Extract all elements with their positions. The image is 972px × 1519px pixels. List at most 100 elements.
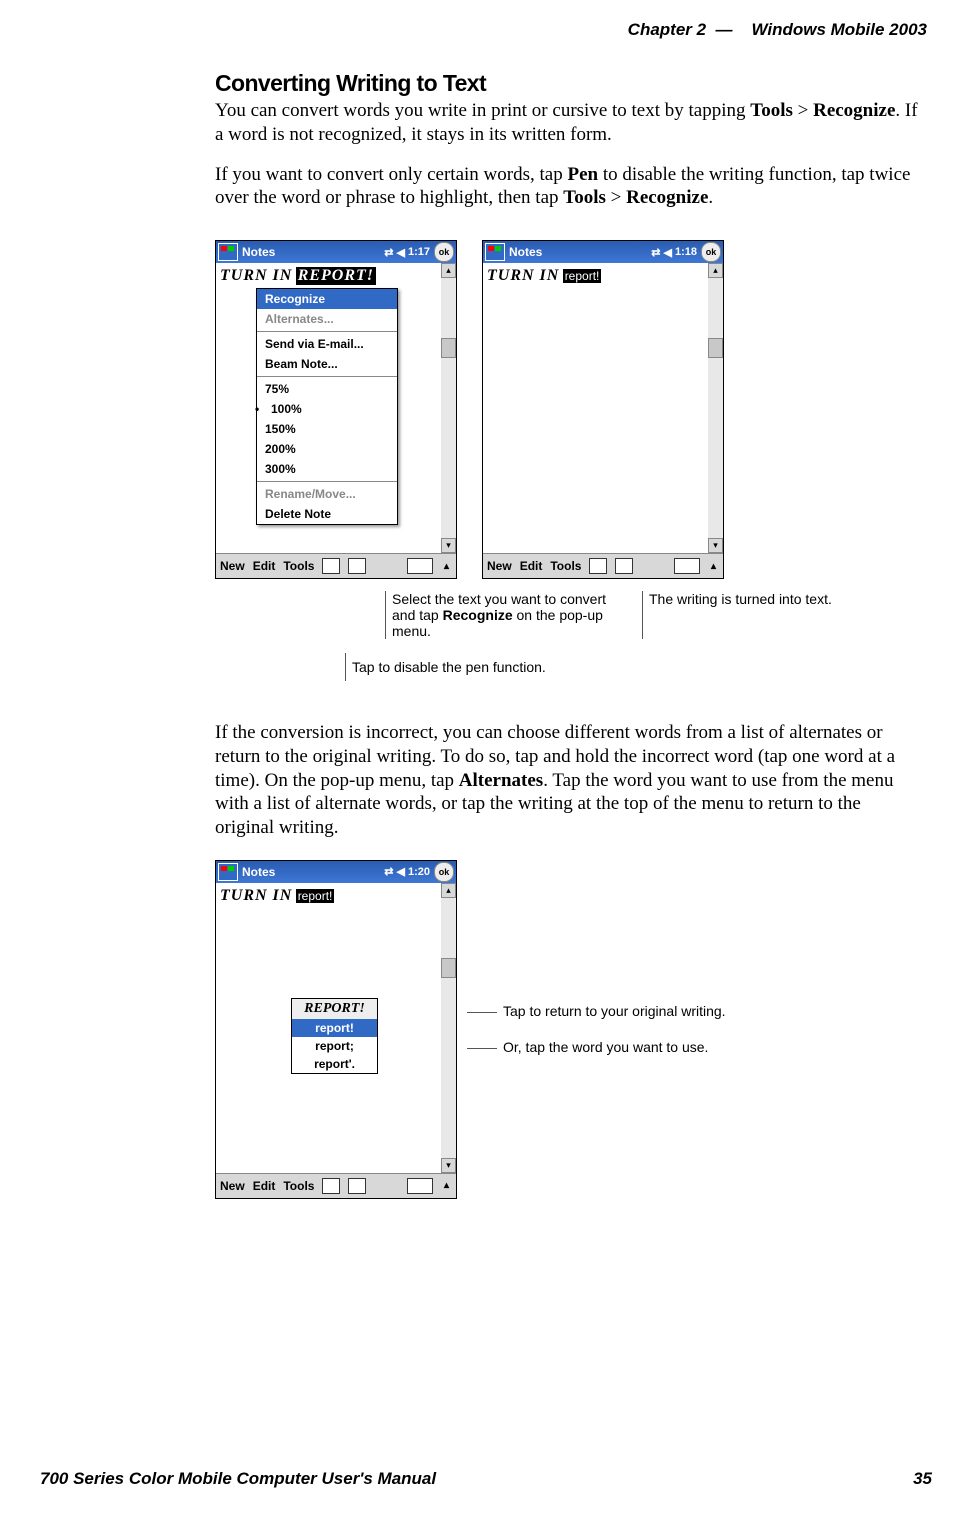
product-name: Windows Mobile 2003 (751, 20, 927, 39)
pda-command-bar: New Edit Tools ▴ (483, 553, 723, 578)
scroll-thumb[interactable] (441, 958, 456, 978)
menu-new[interactable]: New (487, 559, 512, 573)
pda-command-bar: New Edit Tools ▴ (216, 1173, 456, 1198)
scroll-down-button[interactable]: ▾ (708, 538, 723, 553)
menu-item-delete[interactable]: Delete Note (257, 504, 397, 524)
menu-new[interactable]: New (220, 1179, 245, 1193)
callout-recognize: Select the text you want to convert and … (385, 591, 612, 639)
dash: — (716, 20, 733, 39)
section-title: Converting Writing to Text (215, 70, 922, 97)
volume-icon[interactable]: ◀ (397, 246, 405, 259)
scrollbar[interactable]: ▴ ▾ (441, 883, 456, 1173)
menu-item-zoom-100[interactable]: 100% (257, 399, 397, 419)
menu-new[interactable]: New (220, 559, 245, 573)
alt-option-1[interactable]: report! (292, 1019, 377, 1037)
callout-tap-word: Or, tap the word you want to use. (467, 1039, 726, 1055)
alt-original-writing[interactable]: REPORT! (292, 999, 377, 1019)
volume-icon[interactable]: ◀ (397, 865, 405, 878)
menu-edit[interactable]: Edit (520, 559, 543, 573)
menu-item-recognize[interactable]: Recognize (257, 289, 397, 309)
menu-tools[interactable]: Tools (550, 559, 581, 573)
menu-item-zoom-75[interactable]: 75% (257, 379, 397, 399)
callout-row-1: Select the text you want to convert and … (385, 585, 922, 639)
system-tray: ⇄ ◀ 1:17 (384, 246, 430, 259)
callout-converted: The writing is turned into text. (642, 591, 832, 639)
converted-text: report! (563, 269, 602, 283)
voice-icon[interactable] (322, 558, 340, 574)
ok-button[interactable]: ok (434, 242, 454, 262)
keyboard-icon[interactable] (407, 1178, 433, 1194)
note-canvas[interactable]: TURN IN report! REPORT! report! report; … (216, 883, 441, 1173)
scroll-down-button[interactable]: ▾ (441, 538, 456, 553)
scrollbar[interactable]: ▴ ▾ (708, 263, 723, 553)
scroll-up-button[interactable]: ▴ (441, 263, 456, 278)
note-canvas[interactable]: TURN IN REPORT! Recognize Alternates... … (216, 263, 441, 553)
sip-up-button[interactable]: ▴ (441, 1180, 452, 1191)
connectivity-icon[interactable]: ⇄ (384, 246, 393, 259)
scroll-thumb[interactable] (441, 338, 456, 358)
scrollbar[interactable]: ▴ ▾ (441, 263, 456, 553)
sip-up-button[interactable]: ▴ (441, 561, 452, 572)
paragraph-2: If you want to convert only certain word… (215, 163, 922, 211)
callout-disable-pen: Tap to disable the pen function. (345, 653, 752, 681)
pda-title-bar: Notes ⇄ ◀ 1:17 ok (216, 241, 456, 263)
pda-command-bar: New Edit Tools ▴ (216, 553, 456, 578)
handwriting-text: TURN IN (220, 267, 292, 284)
handwriting-selected: REPORT! (296, 267, 376, 285)
menu-tools[interactable]: Tools (283, 1179, 314, 1193)
ok-button[interactable]: ok (434, 862, 454, 882)
system-tray: ⇄ ◀ 1:20 (384, 865, 430, 878)
alt-option-3[interactable]: report'. (292, 1055, 377, 1073)
menu-item-rename[interactable]: Rename/Move... (257, 484, 397, 504)
menu-edit[interactable]: Edit (253, 559, 276, 573)
app-title: Notes (242, 865, 380, 879)
volume-icon[interactable]: ◀ (664, 246, 672, 259)
page-header: Chapter 2 — Windows Mobile 2003 (40, 20, 932, 40)
paragraph-3: If the conversion is incorrect, you can … (215, 721, 922, 840)
screenshot-notes-alternates: Notes ⇄ ◀ 1:20 ok TURN IN report! (215, 860, 457, 1199)
scroll-thumb[interactable] (708, 338, 723, 358)
note-canvas[interactable]: TURN IN report! (483, 263, 708, 553)
sip-up-button[interactable]: ▴ (708, 561, 719, 572)
menu-item-send-email[interactable]: Send via E-mail... (257, 334, 397, 354)
start-flag-icon[interactable] (218, 243, 238, 261)
connectivity-icon[interactable]: ⇄ (651, 246, 660, 259)
scroll-up-button[interactable]: ▴ (708, 263, 723, 278)
handwriting-text: TURN IN (220, 887, 292, 904)
pda-title-bar: Notes ⇄ ◀ 1:20 ok (216, 861, 456, 883)
screenshot-notes-menu: Notes ⇄ ◀ 1:17 ok TURN IN REPORT! (215, 240, 457, 579)
menu-tools[interactable]: Tools (283, 559, 314, 573)
keyboard-icon[interactable] (407, 558, 433, 574)
app-title: Notes (242, 245, 380, 259)
menu-item-alternates[interactable]: Alternates... (257, 309, 397, 329)
paragraph-1: You can convert words you write in print… (215, 99, 922, 147)
menu-item-zoom-150[interactable]: 150% (257, 419, 397, 439)
pen-icon[interactable] (348, 1178, 366, 1194)
keyboard-icon[interactable] (674, 558, 700, 574)
start-flag-icon[interactable] (218, 863, 238, 881)
scroll-down-button[interactable]: ▾ (441, 1158, 456, 1173)
pen-icon[interactable] (615, 558, 633, 574)
start-flag-icon[interactable] (485, 243, 505, 261)
callout-return-original: Tap to return to your original writing. (467, 1003, 726, 1019)
connectivity-icon[interactable]: ⇄ (384, 865, 393, 878)
menu-item-zoom-200[interactable]: 200% (257, 439, 397, 459)
menu-edit[interactable]: Edit (253, 1179, 276, 1193)
menu-item-beam[interactable]: Beam Note... (257, 354, 397, 374)
app-title: Notes (509, 245, 647, 259)
pen-icon[interactable] (348, 558, 366, 574)
alt-option-2[interactable]: report; (292, 1037, 377, 1055)
context-menu: Recognize Alternates... Send via E-mail.… (256, 288, 398, 525)
pda-title-bar: Notes ⇄ ◀ 1:18 ok (483, 241, 723, 263)
handwriting-text: TURN IN (487, 267, 559, 284)
converted-text: report! (296, 889, 335, 903)
voice-icon[interactable] (589, 558, 607, 574)
clock: 1:17 (408, 246, 430, 258)
menu-item-zoom-300[interactable]: 300% (257, 459, 397, 479)
page-footer: 700 Series Color Mobile Computer User's … (40, 1469, 932, 1489)
clock: 1:18 (675, 246, 697, 258)
voice-icon[interactable] (322, 1178, 340, 1194)
scroll-up-button[interactable]: ▴ (441, 883, 456, 898)
footer-page-number: 35 (913, 1469, 932, 1489)
ok-button[interactable]: ok (701, 242, 721, 262)
